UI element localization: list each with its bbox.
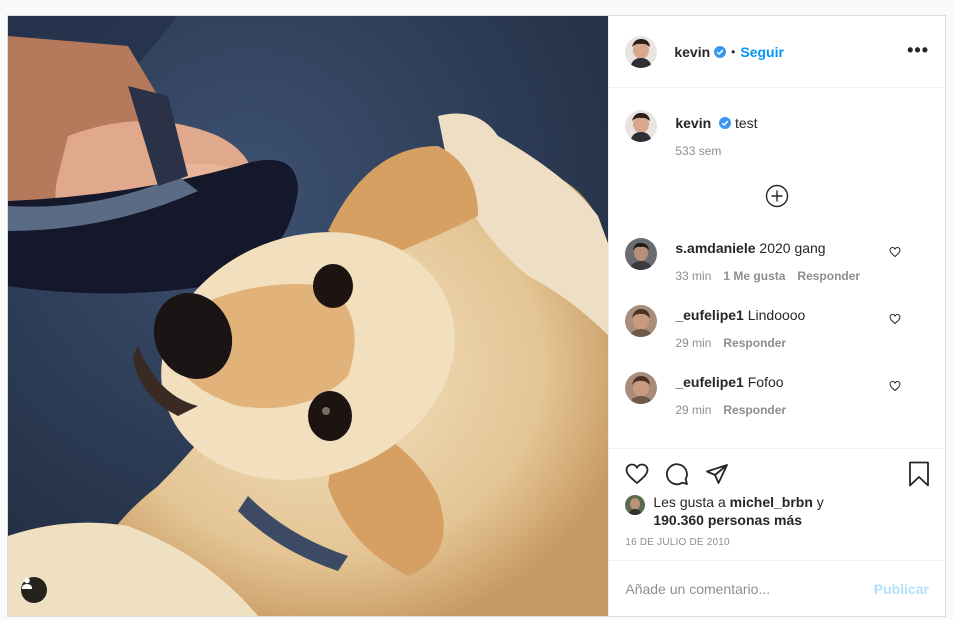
like-button[interactable] xyxy=(625,462,649,486)
post-container: kevin • Seguir ••• kevin test 533 sem s.… xyxy=(7,15,946,617)
likes-prefix: Les gusta a xyxy=(653,494,726,510)
comment-composer: Publicar xyxy=(609,560,945,616)
comment-meta: 29 min Responder xyxy=(675,403,798,417)
comment-username[interactable]: _eufelipe1 xyxy=(675,307,743,323)
post-side-panel: kevin • Seguir ••• kevin test 533 sem s.… xyxy=(608,16,945,616)
likes-summary: Les gusta a michel_brbn y 190.360 person… xyxy=(625,493,929,529)
avatar-image xyxy=(625,305,658,337)
comment-row: _eufelipe1 Fofoo 29 min Responder xyxy=(625,372,929,417)
bookmark-icon xyxy=(909,461,929,487)
like-comment-heart-icon[interactable] xyxy=(889,380,901,392)
comment-bubble-icon xyxy=(666,463,689,486)
paper-plane-icon xyxy=(706,464,729,484)
commenter-avatar[interactable] xyxy=(625,372,658,404)
reply-button[interactable]: Responder xyxy=(797,269,860,283)
post-photo[interactable] xyxy=(8,16,609,616)
comment-time[interactable]: 33 min xyxy=(675,269,711,283)
likes-count[interactable]: 190.360 personas más xyxy=(653,512,802,528)
commenter-avatar[interactable] xyxy=(625,305,658,337)
author-avatar[interactable] xyxy=(625,35,658,68)
comment-time[interactable]: 29 min xyxy=(675,336,711,350)
comment-meta: 29 min Responder xyxy=(675,336,805,350)
comment-time[interactable]: 29 min xyxy=(675,403,711,417)
avatar-image xyxy=(625,110,658,142)
save-button[interactable] xyxy=(907,461,931,492)
caption-content: test xyxy=(734,115,758,131)
comment-text: _eufelipe1 Lindoooo xyxy=(675,306,805,324)
like-comment-heart-icon[interactable] xyxy=(889,313,901,325)
reply-button[interactable]: Responder xyxy=(723,336,786,350)
comment-text: _eufelipe1 Fofoo xyxy=(675,373,798,391)
comment-meta: 33 min 1 Me gusta Responder xyxy=(675,269,872,283)
comment-like-count[interactable]: 1 Me gusta xyxy=(723,269,785,283)
caption-body: kevin test 533 sem xyxy=(675,110,757,158)
dog-photo-illustration xyxy=(8,16,609,616)
comment-username[interactable]: _eufelipe1 xyxy=(675,374,743,390)
heart-icon xyxy=(625,463,649,485)
comment-body: _eufelipe1 Fofoo 29 min Responder xyxy=(675,372,798,417)
tagged-users-button[interactable] xyxy=(21,577,47,603)
comment-username[interactable]: s.amdaniele xyxy=(675,240,755,256)
action-icons xyxy=(625,459,929,489)
likes-text: Les gusta a michel_brbn y 190.360 person… xyxy=(653,493,823,529)
reply-button[interactable]: Responder xyxy=(723,403,786,417)
comment-content: 2020 gang xyxy=(759,240,826,256)
more-options-icon[interactable]: ••• xyxy=(907,40,929,61)
comment-content: Fofoo xyxy=(747,374,784,390)
verified-badge-icon xyxy=(714,45,727,58)
comment-row: s.amdaniele 2020 gang 33 min 1 Me gusta Re… xyxy=(625,238,929,283)
avatar-image xyxy=(625,495,646,515)
liker-username[interactable]: michel_brbn xyxy=(730,494,813,510)
liker-avatar[interactable] xyxy=(625,495,646,515)
caption-time[interactable]: 533 sem xyxy=(675,144,721,158)
avatar-image xyxy=(625,238,658,270)
comment-row: _eufelipe1 Lindoooo 29 min Responder xyxy=(625,305,929,350)
avatar-image xyxy=(625,372,658,404)
likes-joiner: y xyxy=(816,494,824,510)
like-comment-heart-icon[interactable] xyxy=(889,246,901,258)
verified-badge-icon xyxy=(719,117,732,129)
follow-button[interactable]: Seguir xyxy=(740,44,784,60)
comment-body: _eufelipe1 Lindoooo 29 min Responder xyxy=(675,305,805,350)
caption-username[interactable]: kevin xyxy=(675,115,711,131)
comments-section[interactable]: kevin test 533 sem s.amdaniele 2020 gang… xyxy=(609,88,945,448)
user-icon xyxy=(21,577,33,589)
comment-body: s.amdaniele 2020 gang 33 min 1 Me gusta Re… xyxy=(675,238,872,283)
publish-button[interactable]: Publicar xyxy=(874,581,929,597)
caption-meta: 533 sem xyxy=(675,144,757,158)
author-username[interactable]: kevin xyxy=(674,44,710,60)
avatar-image xyxy=(625,35,658,68)
caption-row: kevin test 533 sem xyxy=(625,110,929,158)
share-button[interactable] xyxy=(705,462,729,486)
separator-dot: • xyxy=(731,44,736,59)
post-actions: Les gusta a michel_brbn y 190.360 person… xyxy=(609,448,945,560)
commenter-avatar[interactable] xyxy=(625,238,658,270)
caption-text: kevin test xyxy=(675,114,757,132)
load-more-comments[interactable] xyxy=(625,184,929,208)
comment-content: Lindoooo xyxy=(747,307,806,323)
caption-avatar[interactable] xyxy=(625,110,658,142)
comment-input[interactable] xyxy=(625,580,874,597)
post-date[interactable]: 16 DE JULIO DE 2010 xyxy=(625,537,929,548)
comment-text: s.amdaniele 2020 gang xyxy=(675,239,872,257)
comment-button[interactable] xyxy=(665,462,689,486)
post-header: kevin • Seguir ••• xyxy=(609,16,945,88)
plus-circle-icon xyxy=(765,184,789,208)
